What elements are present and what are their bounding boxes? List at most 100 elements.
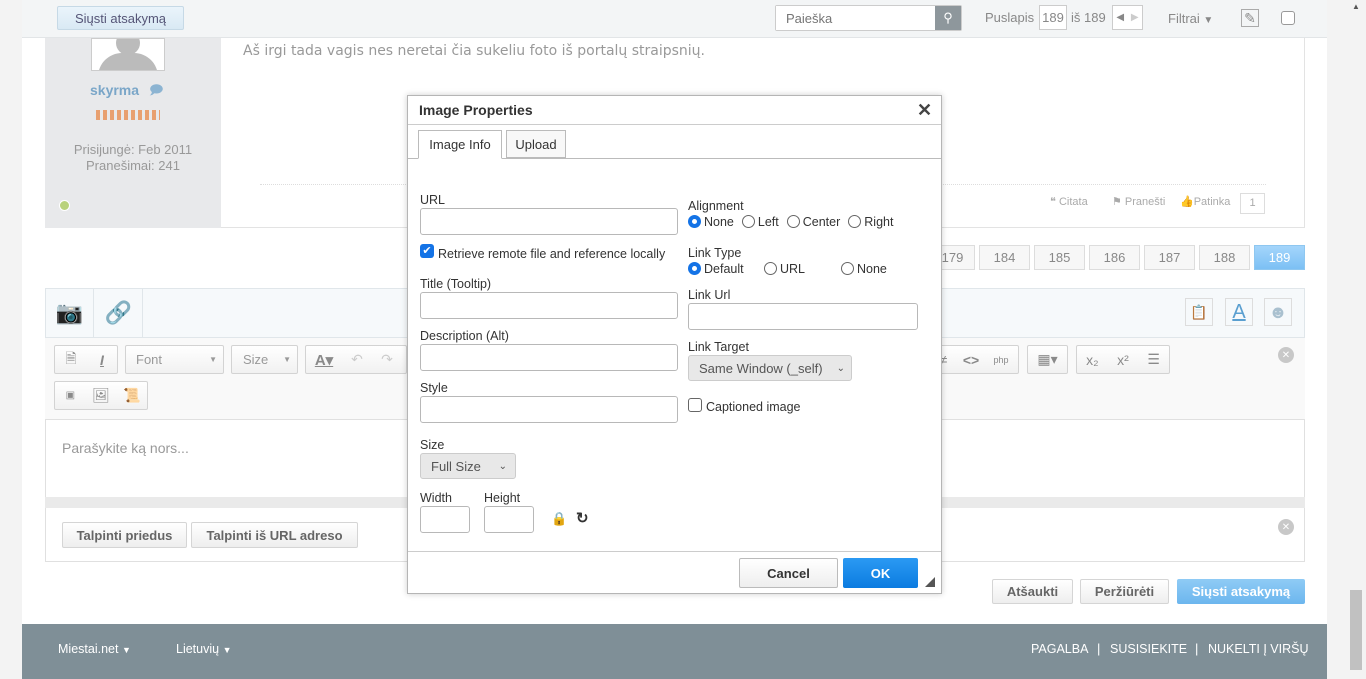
font-dropdown[interactable]: Font ▼ [125,345,224,374]
link-url-input[interactable] [688,303,918,330]
resize-grip-icon[interactable] [925,577,935,587]
subscript-icon[interactable]: x₂ [1077,352,1108,368]
dialog-title: Image Properties [419,102,533,118]
link-target-select[interactable]: Same Window (_self) ⌄ [688,355,852,381]
width-input[interactable] [420,506,470,533]
site-menu[interactable]: Miestai.net ▼ [58,642,131,656]
size-select[interactable]: Full Size ⌄ [420,453,516,479]
width-label: Width [420,491,452,505]
message-icon[interactable]: 🗩 [149,81,163,103]
text-style-icon[interactable]: A [1225,298,1253,326]
description-input[interactable] [420,344,678,371]
url-input[interactable] [420,208,678,235]
search-icon[interactable]: ⚲ [935,6,961,30]
size-label: Size [243,352,269,367]
url-label: URL [420,193,446,207]
horizontal-rule-icon[interactable]: ☰ [1138,351,1169,368]
undo-icon[interactable]: ↶ [342,351,372,368]
youtube-icon[interactable]: ▣ [55,390,86,401]
retrieve-checkbox[interactable]: ✔ [420,244,434,258]
contact-link[interactable]: SUSISIEKITE [1110,642,1187,656]
scroll-up-icon[interactable]: ▲ [1352,2,1360,11]
select-checkbox[interactable] [1281,11,1295,25]
source-icon[interactable]: 🗎 [55,348,87,372]
link-type-none-radio[interactable]: None [841,262,887,276]
clipboard-icon[interactable]: 📋 [1185,298,1213,326]
size-dropdown[interactable]: Size ▼ [231,345,298,374]
close-attachments-icon[interactable]: ✕ [1278,519,1294,535]
page-link-186[interactable]: 186 [1089,245,1140,270]
joined-date: Prisijungė: Feb 2011 [73,142,193,157]
text-color-icon[interactable]: A▾ [306,351,342,369]
alignment-right-radio[interactable]: Right [848,215,893,229]
link-icon[interactable]: 🔗 [95,289,143,337]
alignment-label: Alignment [688,199,744,213]
smiley-icon[interactable]: ☻ [1264,298,1292,326]
online-status-icon [59,200,70,211]
page-total: iš 189 [1071,10,1106,25]
page-link-184[interactable]: 184 [979,245,1030,270]
title-input[interactable] [420,292,678,319]
code-icon[interactable]: <> [956,352,986,368]
link-type-url-radio[interactable]: URL [764,262,805,276]
page-link-187[interactable]: 187 [1144,245,1195,270]
table-dropdown[interactable]: ▦▾ [1027,345,1068,374]
captioned-checkbox[interactable] [688,398,702,412]
caret-down-icon: ▼ [1203,15,1214,26]
language-menu[interactable]: Lietuvių ▼ [176,642,232,656]
reset-size-icon[interactable]: ↻ [576,509,589,527]
lock-icon[interactable]: 🔒 [551,511,567,527]
alignment-options: None Left Center Right [688,215,893,229]
height-input[interactable] [484,506,534,533]
cancel-reply-button[interactable]: Atšaukti [992,579,1073,604]
next-page-icon[interactable]: ▶ [1128,6,1143,29]
scroll-icon[interactable]: 📜 [116,387,147,404]
link-type-label: Link Type [688,246,742,260]
tab-image-info[interactable]: Image Info [418,130,502,159]
attach-url-button[interactable]: Talpinti iš URL adreso [191,522,358,548]
redo-icon[interactable]: ↷ [372,351,402,368]
submit-reply-button[interactable]: Siųsti atsakymą [1177,579,1305,604]
username[interactable]: skyrma [90,82,139,98]
message-input[interactable]: Parašykite ką nors... [62,440,189,456]
scrollbar-thumb[interactable] [1350,590,1362,670]
edit-icon[interactable]: ✎ [1241,9,1259,27]
height-label: Height [484,491,521,505]
toolbar-group: ▣ 🖼 📜 [54,381,148,410]
superscript-icon[interactable]: x² [1108,352,1139,368]
alignment-center-radio[interactable]: Center [786,215,840,229]
help-link[interactable]: PAGALBA [1031,642,1088,656]
filters-dropdown[interactable]: Filtrai ▼ [1168,11,1213,26]
like-button[interactable]: 👍Patinka [1180,195,1230,208]
caret-down-icon: ▼ [283,355,291,364]
search-box[interactable]: ⚲ [775,5,962,31]
back-to-top-link[interactable]: NUKELTI Į VIRŠŲ [1208,642,1308,656]
attach-files-button[interactable]: Talpinti priedus [62,522,187,548]
page-link-188[interactable]: 188 [1199,245,1250,270]
preview-button[interactable]: Peržiūrėti [1080,579,1169,604]
alignment-left-radio[interactable]: Left [741,215,779,229]
avatar[interactable] [91,38,165,71]
page-link-189[interactable]: 189 [1254,245,1305,270]
camera-icon[interactable]: 📷 [46,289,94,337]
link-url-label: Link Url [688,288,731,302]
link-type-default-radio[interactable]: Default [688,262,744,276]
tab-upload[interactable]: Upload [506,130,566,158]
page-number-input[interactable]: 189 [1039,5,1067,30]
style-input[interactable] [420,396,678,423]
reply-button[interactable]: Siųsti atsakymą [57,6,184,30]
remove-format-icon[interactable]: I [87,352,117,368]
alignment-none-radio[interactable]: None [688,215,734,229]
quote-button[interactable]: ❝ Citata [1050,195,1088,208]
search-input[interactable] [776,6,934,30]
close-toolbar-icon[interactable]: ✕ [1278,347,1294,363]
php-icon[interactable]: php [986,355,1016,365]
report-button[interactable]: ⚑ Pranešti [1112,195,1165,208]
dialog-cancel-button[interactable]: Cancel [739,558,838,588]
like-count: 1 [1240,193,1265,214]
dialog-ok-button[interactable]: OK [843,558,918,588]
close-icon[interactable]: ✕ [917,100,932,121]
page-link-185[interactable]: 185 [1034,245,1085,270]
prev-page-icon[interactable]: ◀ [1113,6,1128,29]
insert-image-icon[interactable]: 🖼 [86,387,117,404]
